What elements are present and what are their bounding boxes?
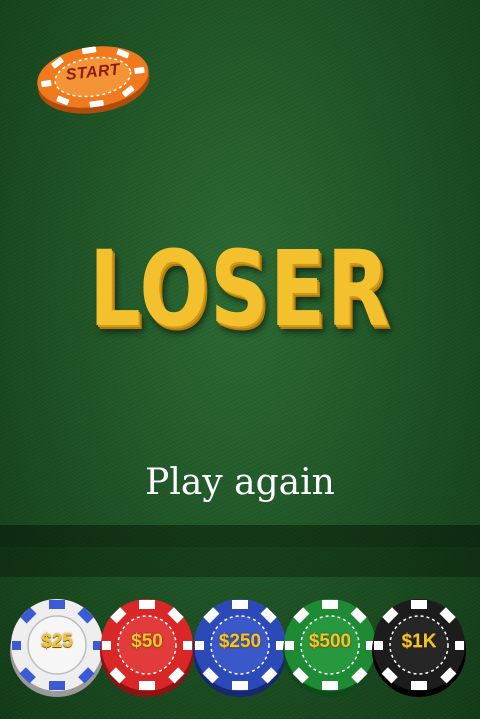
- divider-band: [0, 525, 480, 577]
- result-title: LOSER: [89, 228, 391, 350]
- play-again-button[interactable]: Play again: [0, 462, 480, 503]
- chip-500-button[interactable]: $500: [281, 595, 379, 701]
- chip-value-label: $1K: [401, 631, 437, 652]
- chip-value-label: $25: [41, 631, 73, 652]
- chip-value-label: $250: [218, 631, 262, 652]
- chip-250-button[interactable]: $250: [191, 595, 289, 701]
- chip-25-button[interactable]: $25: [8, 595, 106, 701]
- chip-50-button[interactable]: $50: [98, 595, 196, 701]
- chip-tray: $25 $50 $250 $500 $1K: [0, 577, 480, 719]
- chip-value-label: $500: [308, 631, 352, 652]
- start-chip-button[interactable]: START: [34, 37, 152, 119]
- chip-value-label: $50: [131, 631, 163, 652]
- chip-1k-button[interactable]: $1K: [370, 595, 468, 701]
